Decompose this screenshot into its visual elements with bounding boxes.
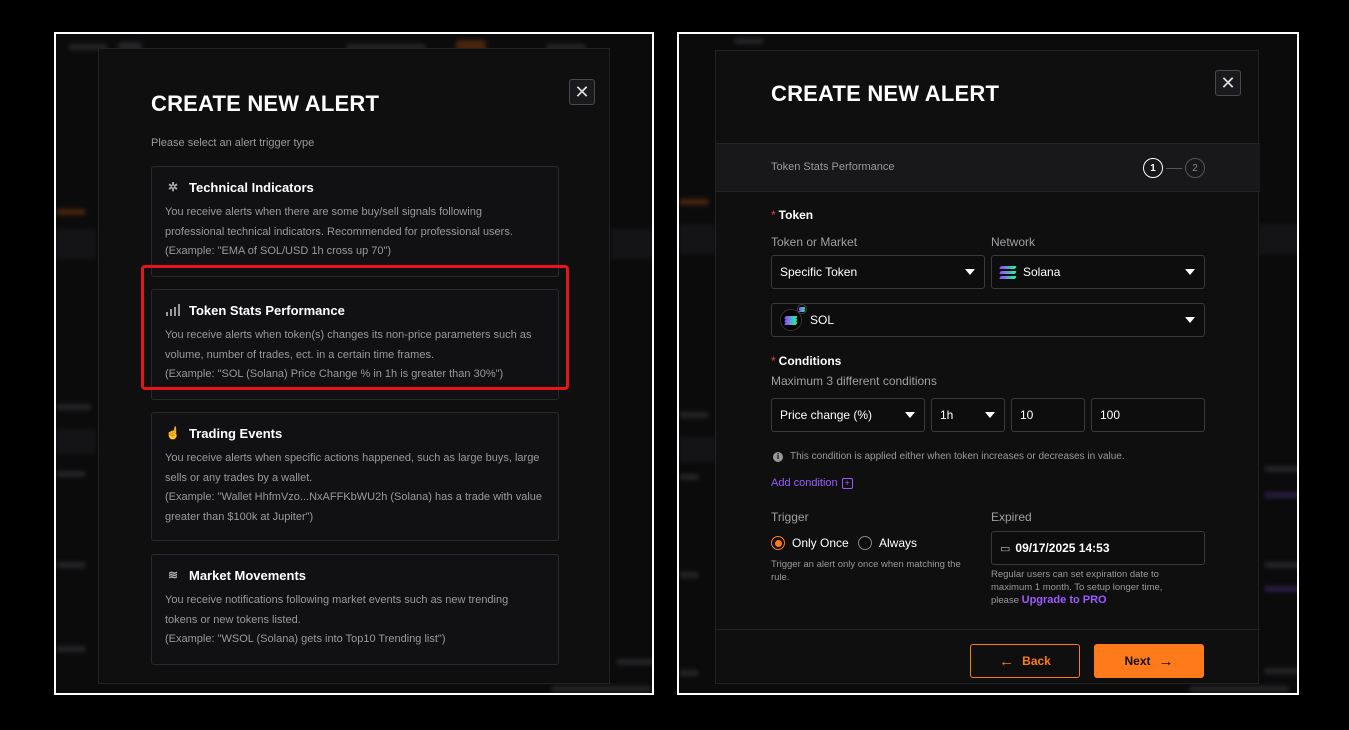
card-title: Token Stats Performance	[189, 302, 345, 318]
select-value: 1h	[940, 408, 954, 422]
card-description-line: You receive alerts when there are some b…	[165, 206, 482, 218]
chevron-down-icon	[1185, 269, 1195, 275]
card-description-line: (Example: "EMA of SOL/USD 1h cross up 70…	[165, 245, 392, 257]
footer-divider	[716, 629, 1260, 630]
chevron-down-icon	[985, 412, 995, 418]
condition-min-input[interactable]: 10	[1011, 398, 1085, 432]
card-description-line: tokens or new tokens listed.	[165, 613, 301, 626]
card-title: Technical Indicators	[189, 179, 314, 195]
modal-subtitle: Please select an alert trigger type	[151, 137, 315, 149]
step-connector	[1166, 168, 1182, 169]
radio-unchecked-icon	[858, 536, 872, 550]
sol-token-logo-icon	[780, 304, 807, 331]
token-select[interactable]: SOL	[771, 303, 1205, 337]
close-icon: ✕	[1220, 72, 1236, 93]
arrow-left-icon: ←	[999, 652, 1015, 670]
card-title: Trading Events	[189, 425, 283, 441]
condition-max-input[interactable]: 100	[1091, 398, 1205, 432]
solana-logo-icon	[999, 266, 1017, 278]
calendar-icon: ▭	[1000, 542, 1011, 555]
step-label: Token Stats Performance	[771, 161, 895, 173]
step-2-indicator: 2	[1185, 158, 1205, 178]
close-button[interactable]: ✕	[1215, 70, 1241, 96]
add-condition-link[interactable]: Add condition +	[771, 477, 853, 489]
network-label: Network	[991, 235, 1036, 249]
modal-title: CREATE NEW ALERT	[771, 81, 1000, 106]
close-icon: ✕	[574, 81, 590, 102]
expired-datetime-input[interactable]: ▭ 09/17/2025 14:53	[991, 531, 1205, 565]
conditions-hint: Maximum 3 different conditions	[771, 374, 937, 388]
radio-checked-icon	[771, 536, 785, 550]
card-title: Market Movements	[189, 567, 307, 583]
arrow-right-icon: →	[1158, 652, 1174, 670]
trigger-always-radio[interactable]: Always	[858, 536, 917, 550]
card-description-line: You receive notifications following mark…	[165, 594, 509, 606]
hand-pointer-icon: ☝	[165, 426, 181, 440]
info-icon: i	[773, 451, 783, 462]
select-value: Price change (%)	[780, 408, 873, 422]
chevron-down-icon	[905, 412, 915, 418]
select-value: SOL	[810, 313, 835, 327]
card-description-line: You receive alerts when specific actions…	[165, 452, 540, 464]
trigger-card-technical-indicators[interactable]: ✲ Technical Indicators You receive alerts…	[151, 166, 559, 277]
expired-help-text: Regular users can set expiration date to…	[991, 569, 1163, 606]
condition-info-note: i This condition is applied either when t…	[773, 451, 1125, 462]
trigger-label: Trigger	[771, 510, 809, 524]
card-description-line: (Example: "Wallet HhfmVzo...NxAFFKbWU2h …	[165, 491, 543, 503]
bar-chart-icon	[165, 302, 181, 318]
trigger-help-text: Trigger an alert only once when matching…	[771, 559, 961, 583]
select-value: Specific Token	[780, 265, 858, 279]
network-select[interactable]: Solana	[991, 255, 1205, 289]
right-screenshot-panel: CREATE NEW ALERT ✕ Token Stats Performan…	[677, 32, 1299, 695]
stepper-bar: Token Stats Performance 1 2	[716, 143, 1260, 192]
token-or-market-select[interactable]: Specific Token	[771, 255, 985, 289]
conditions-section-label: * Conditions	[771, 354, 842, 368]
left-screenshot-panel: CREATE NEW ALERT ✕ Please select an aler…	[54, 32, 654, 695]
step-1-indicator: 1	[1143, 158, 1163, 178]
trigger-card-trading-events[interactable]: ☝ Trading Events You receive alerts when …	[151, 412, 559, 541]
condition-metric-select[interactable]: Price change (%)	[771, 398, 925, 432]
gear-cog-icon: ✲	[167, 180, 179, 194]
next-button[interactable]: Next →	[1094, 644, 1204, 678]
token-or-market-label: Token or Market	[771, 235, 858, 249]
create-alert-modal-step0: CREATE NEW ALERT ✕ Please select an aler…	[98, 48, 610, 684]
token-section-label: * Token	[771, 208, 814, 222]
create-alert-modal-step1: CREATE NEW ALERT ✕ Token Stats Performan…	[715, 50, 1260, 684]
plus-box-icon: +	[841, 477, 853, 489]
card-description-line: volume, number of trades, ect. in a cert…	[165, 348, 435, 361]
upgrade-to-pro-link[interactable]: Upgrade to PRO	[1022, 594, 1107, 606]
close-button[interactable]: ✕	[569, 79, 595, 105]
card-description-line: (Example: "WSOL (Solana) gets into Top10…	[165, 633, 446, 645]
card-description-line: (Example: "SOL (Solana) Price Change % i…	[165, 368, 504, 380]
wind-lines-icon: ≋	[167, 568, 179, 582]
expired-label: Expired	[991, 510, 1032, 524]
card-description-line: professional technical indicators. Recom…	[165, 225, 513, 238]
card-description-line: sells or any trades by a wallet.	[165, 471, 313, 484]
trigger-card-market-movements[interactable]: ≋ Market Movements You receive notificati…	[151, 554, 559, 665]
trigger-card-token-stats-performance[interactable]: Token Stats Performance You receive aler…	[151, 289, 559, 400]
condition-timeframe-select[interactable]: 1h	[931, 398, 1005, 432]
back-button[interactable]: ← Back	[970, 644, 1080, 678]
chevron-down-icon	[965, 269, 975, 275]
chevron-down-icon	[1185, 317, 1195, 323]
modal-title: CREATE NEW ALERT	[151, 91, 380, 116]
card-description-line: You receive alerts when token(s) changes…	[165, 329, 532, 341]
card-description-line: greater than $100k at Jupiter")	[165, 510, 314, 523]
trigger-only-once-radio[interactable]: Only Once	[771, 536, 849, 550]
select-value: Solana	[1023, 265, 1061, 279]
